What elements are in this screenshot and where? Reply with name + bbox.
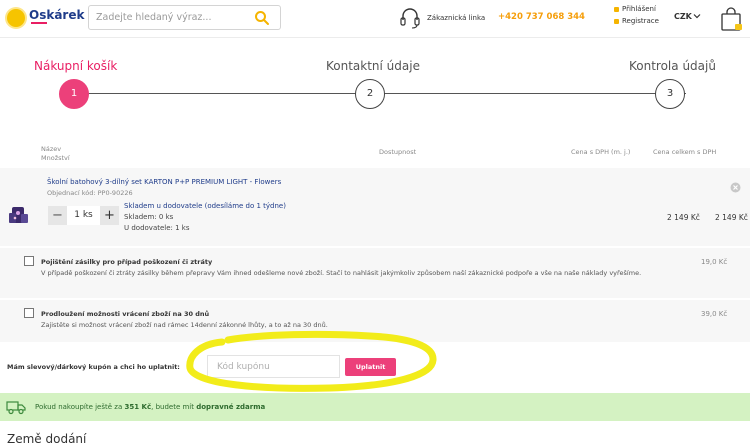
key-icon bbox=[614, 6, 619, 12]
header-availability: Dostupnost bbox=[379, 148, 417, 156]
currency-select[interactable]: CZK bbox=[674, 12, 692, 21]
insurance-checkbox[interactable] bbox=[24, 256, 34, 266]
extended-return-price: 39,0 Kč bbox=[701, 310, 728, 318]
insurance-description: V případě poškození či ztráty zásilky bě… bbox=[41, 269, 642, 277]
free-shipping-prefix: Pokud nakoupíte ještě za bbox=[35, 403, 123, 411]
quantity-value[interactable]: 1 ks bbox=[67, 206, 100, 225]
step-1-circle: 1 bbox=[59, 79, 89, 109]
shopping-bag-icon[interactable] bbox=[718, 5, 744, 33]
logo[interactable]: Oskárek bbox=[7, 6, 85, 32]
unit-price: 2 149 Kč bbox=[667, 213, 700, 222]
free-shipping-text: Pokud nakoupíte ještě za 351 Kč, budete … bbox=[35, 403, 265, 411]
step-title-review: Kontrola údajů bbox=[629, 59, 716, 73]
user-icon bbox=[614, 18, 619, 24]
apply-coupon-button[interactable]: Uplatnit bbox=[345, 358, 396, 376]
insurance-title: Pojištění zásilky pro případ poškození č… bbox=[41, 258, 213, 266]
remove-item-icon[interactable] bbox=[730, 182, 741, 193]
chevron-down-icon[interactable] bbox=[692, 11, 702, 21]
supplier-count: U dodovatele: 1 ks bbox=[124, 224, 190, 232]
header-name: Název bbox=[41, 145, 62, 153]
extended-return-description: Zajistěte si možnost vrácení zboží nad r… bbox=[41, 321, 328, 329]
step-2-circle: 2 bbox=[355, 79, 385, 109]
header-total-price: Cena celkem s DPH bbox=[653, 148, 717, 156]
product-code: Objednací kód: PP0-90226 bbox=[47, 189, 133, 197]
step-title-cart: Nákupní košík bbox=[34, 59, 118, 73]
step-title-contact: Kontaktní údaje bbox=[326, 59, 420, 73]
service-extended-return: Prodloužení možnosti vrácení zboží na 30… bbox=[0, 300, 750, 342]
stock-count: Skladem: 0 ks bbox=[124, 213, 174, 221]
free-shipping-amount: 351 Kč bbox=[124, 403, 152, 411]
total-price: 2 149 Kč bbox=[715, 213, 748, 222]
headset-icon bbox=[400, 8, 420, 29]
quantity-decrease-button[interactable]: − bbox=[48, 206, 67, 225]
product-thumbnail[interactable] bbox=[7, 204, 29, 226]
free-shipping-emphasis: dopravné zdarma bbox=[196, 403, 266, 411]
login-link[interactable]: Přihlášení bbox=[614, 5, 656, 13]
phone-label: Zákaznická linka bbox=[427, 14, 486, 22]
product-title-link[interactable]: Školní batohový 3-dílný set KARTON P+P P… bbox=[47, 178, 281, 186]
login-label: Přihlášení bbox=[622, 5, 656, 13]
coupon-label: Mám slevový/dárkový kupón a chci ho upla… bbox=[7, 363, 180, 371]
search-box bbox=[88, 5, 281, 30]
insurance-price: 19,0 Kč bbox=[701, 258, 728, 266]
step-3-circle: 3 bbox=[655, 79, 685, 109]
quantity-increase-button[interactable]: + bbox=[100, 206, 119, 225]
logo-underline bbox=[31, 22, 47, 24]
register-label: Registrace bbox=[622, 17, 659, 25]
phone-number[interactable]: +420 737 068 344 bbox=[498, 12, 585, 22]
service-insurance: Pojištění zásilky pro případ poškození č… bbox=[0, 248, 750, 298]
logo-text: Oskárek bbox=[29, 8, 85, 22]
extended-return-checkbox[interactable] bbox=[24, 308, 34, 318]
sun-logo-icon bbox=[7, 9, 25, 27]
search-input[interactable] bbox=[89, 6, 249, 29]
header-unit-price: Cena s DPH (m. j.) bbox=[571, 148, 631, 156]
availability-link[interactable]: Skladem u dodovatele (odesíláme do 1 týd… bbox=[124, 202, 286, 210]
free-shipping-banner: Pokud nakoupíte ještě za 351 Kč, budete … bbox=[0, 393, 750, 421]
country-section-title: Země dodání bbox=[7, 432, 87, 446]
header: Oskárek Zákaznická linka +420 737 068 34… bbox=[0, 0, 750, 38]
free-shipping-middle: , budete mít bbox=[151, 403, 194, 411]
register-link[interactable]: Registrace bbox=[614, 17, 659, 25]
truck-icon bbox=[6, 401, 26, 415]
extended-return-title: Prodloužení možnosti vrácení zboží na 30… bbox=[41, 310, 210, 318]
coupon-code-input[interactable] bbox=[207, 355, 340, 378]
search-icon[interactable] bbox=[254, 10, 270, 26]
cart-item-row: Školní batohový 3-dílný set KARTON P+P P… bbox=[0, 168, 750, 246]
header-quantity: Množství bbox=[41, 154, 70, 162]
